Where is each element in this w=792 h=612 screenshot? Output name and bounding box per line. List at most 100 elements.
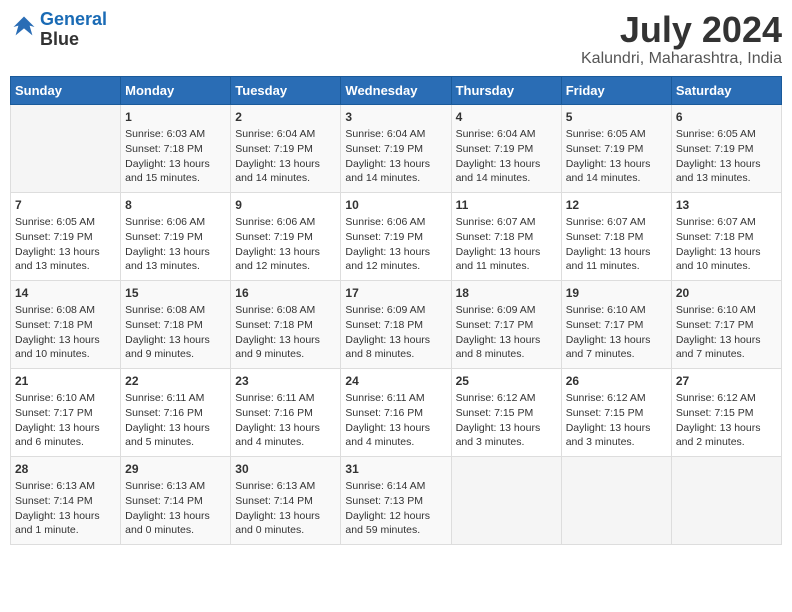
day-info: Sunrise: 6:11 AMSunset: 7:16 PMDaylight:…	[125, 391, 226, 450]
logo: GeneralBlue	[10, 10, 107, 50]
header-friday: Friday	[561, 76, 671, 104]
day-number: 14	[15, 285, 116, 302]
calendar-week-row: 7Sunrise: 6:05 AMSunset: 7:19 PMDaylight…	[11, 192, 782, 280]
calendar-week-row: 14Sunrise: 6:08 AMSunset: 7:18 PMDayligh…	[11, 280, 782, 368]
table-row: 17Sunrise: 6:09 AMSunset: 7:18 PMDayligh…	[341, 280, 451, 368]
day-number: 3	[345, 109, 446, 126]
table-row: 19Sunrise: 6:10 AMSunset: 7:17 PMDayligh…	[561, 280, 671, 368]
table-row	[451, 456, 561, 544]
day-info: Sunrise: 6:04 AMSunset: 7:19 PMDaylight:…	[456, 127, 557, 186]
day-number: 2	[235, 109, 336, 126]
table-row: 14Sunrise: 6:08 AMSunset: 7:18 PMDayligh…	[11, 280, 121, 368]
day-info: Sunrise: 6:12 AMSunset: 7:15 PMDaylight:…	[456, 391, 557, 450]
table-row: 24Sunrise: 6:11 AMSunset: 7:16 PMDayligh…	[341, 368, 451, 456]
table-row: 23Sunrise: 6:11 AMSunset: 7:16 PMDayligh…	[231, 368, 341, 456]
table-row: 26Sunrise: 6:12 AMSunset: 7:15 PMDayligh…	[561, 368, 671, 456]
day-info: Sunrise: 6:13 AMSunset: 7:14 PMDaylight:…	[235, 479, 336, 538]
header-tuesday: Tuesday	[231, 76, 341, 104]
day-number: 22	[125, 373, 226, 390]
table-row: 28Sunrise: 6:13 AMSunset: 7:14 PMDayligh…	[11, 456, 121, 544]
table-row: 13Sunrise: 6:07 AMSunset: 7:18 PMDayligh…	[671, 192, 781, 280]
day-number: 9	[235, 197, 336, 214]
day-info: Sunrise: 6:12 AMSunset: 7:15 PMDaylight:…	[566, 391, 667, 450]
day-info: Sunrise: 6:03 AMSunset: 7:18 PMDaylight:…	[125, 127, 226, 186]
table-row: 7Sunrise: 6:05 AMSunset: 7:19 PMDaylight…	[11, 192, 121, 280]
day-info: Sunrise: 6:08 AMSunset: 7:18 PMDaylight:…	[15, 303, 116, 362]
day-info: Sunrise: 6:10 AMSunset: 7:17 PMDaylight:…	[566, 303, 667, 362]
table-row: 5Sunrise: 6:05 AMSunset: 7:19 PMDaylight…	[561, 104, 671, 192]
table-row: 15Sunrise: 6:08 AMSunset: 7:18 PMDayligh…	[121, 280, 231, 368]
day-number: 8	[125, 197, 226, 214]
day-info: Sunrise: 6:07 AMSunset: 7:18 PMDaylight:…	[456, 215, 557, 274]
day-number: 26	[566, 373, 667, 390]
table-row: 25Sunrise: 6:12 AMSunset: 7:15 PMDayligh…	[451, 368, 561, 456]
table-row: 18Sunrise: 6:09 AMSunset: 7:17 PMDayligh…	[451, 280, 561, 368]
header-sunday: Sunday	[11, 76, 121, 104]
day-info: Sunrise: 6:10 AMSunset: 7:17 PMDaylight:…	[676, 303, 777, 362]
day-info: Sunrise: 6:13 AMSunset: 7:14 PMDaylight:…	[15, 479, 116, 538]
table-row: 20Sunrise: 6:10 AMSunset: 7:17 PMDayligh…	[671, 280, 781, 368]
table-row	[671, 456, 781, 544]
day-number: 1	[125, 109, 226, 126]
day-info: Sunrise: 6:07 AMSunset: 7:18 PMDaylight:…	[676, 215, 777, 274]
table-row: 3Sunrise: 6:04 AMSunset: 7:19 PMDaylight…	[341, 104, 451, 192]
day-info: Sunrise: 6:11 AMSunset: 7:16 PMDaylight:…	[235, 391, 336, 450]
day-number: 10	[345, 197, 446, 214]
day-info: Sunrise: 6:06 AMSunset: 7:19 PMDaylight:…	[345, 215, 446, 274]
day-number: 17	[345, 285, 446, 302]
table-row: 27Sunrise: 6:12 AMSunset: 7:15 PMDayligh…	[671, 368, 781, 456]
day-number: 24	[345, 373, 446, 390]
header-saturday: Saturday	[671, 76, 781, 104]
day-info: Sunrise: 6:14 AMSunset: 7:13 PMDaylight:…	[345, 479, 446, 538]
day-number: 20	[676, 285, 777, 302]
day-info: Sunrise: 6:08 AMSunset: 7:18 PMDaylight:…	[125, 303, 226, 362]
day-number: 25	[456, 373, 557, 390]
day-number: 12	[566, 197, 667, 214]
day-number: 13	[676, 197, 777, 214]
table-row: 11Sunrise: 6:07 AMSunset: 7:18 PMDayligh…	[451, 192, 561, 280]
day-info: Sunrise: 6:13 AMSunset: 7:14 PMDaylight:…	[125, 479, 226, 538]
table-row: 9Sunrise: 6:06 AMSunset: 7:19 PMDaylight…	[231, 192, 341, 280]
day-info: Sunrise: 6:09 AMSunset: 7:18 PMDaylight:…	[345, 303, 446, 362]
calendar-week-row: 21Sunrise: 6:10 AMSunset: 7:17 PMDayligh…	[11, 368, 782, 456]
header-thursday: Thursday	[451, 76, 561, 104]
day-info: Sunrise: 6:04 AMSunset: 7:19 PMDaylight:…	[235, 127, 336, 186]
day-info: Sunrise: 6:05 AMSunset: 7:19 PMDaylight:…	[676, 127, 777, 186]
page-header: GeneralBlue July 2024 Kalundri, Maharash…	[10, 10, 782, 68]
table-row: 21Sunrise: 6:10 AMSunset: 7:17 PMDayligh…	[11, 368, 121, 456]
day-info: Sunrise: 6:06 AMSunset: 7:19 PMDaylight:…	[235, 215, 336, 274]
day-number: 31	[345, 461, 446, 478]
location-subtitle: Kalundri, Maharashtra, India	[581, 50, 782, 68]
table-row: 22Sunrise: 6:11 AMSunset: 7:16 PMDayligh…	[121, 368, 231, 456]
table-row: 12Sunrise: 6:07 AMSunset: 7:18 PMDayligh…	[561, 192, 671, 280]
table-row: 29Sunrise: 6:13 AMSunset: 7:14 PMDayligh…	[121, 456, 231, 544]
day-info: Sunrise: 6:05 AMSunset: 7:19 PMDaylight:…	[566, 127, 667, 186]
calendar-week-row: 1Sunrise: 6:03 AMSunset: 7:18 PMDaylight…	[11, 104, 782, 192]
day-number: 6	[676, 109, 777, 126]
day-info: Sunrise: 6:07 AMSunset: 7:18 PMDaylight:…	[566, 215, 667, 274]
calendar-table: Sunday Monday Tuesday Wednesday Thursday…	[10, 76, 782, 545]
day-info: Sunrise: 6:12 AMSunset: 7:15 PMDaylight:…	[676, 391, 777, 450]
logo-icon	[10, 13, 38, 41]
day-number: 29	[125, 461, 226, 478]
table-row	[561, 456, 671, 544]
day-number: 21	[15, 373, 116, 390]
day-number: 5	[566, 109, 667, 126]
month-title: July 2024	[581, 10, 782, 50]
day-info: Sunrise: 6:06 AMSunset: 7:19 PMDaylight:…	[125, 215, 226, 274]
day-info: Sunrise: 6:05 AMSunset: 7:19 PMDaylight:…	[15, 215, 116, 274]
title-area: July 2024 Kalundri, Maharashtra, India	[581, 10, 782, 68]
day-number: 27	[676, 373, 777, 390]
table-row: 8Sunrise: 6:06 AMSunset: 7:19 PMDaylight…	[121, 192, 231, 280]
day-number: 30	[235, 461, 336, 478]
day-number: 15	[125, 285, 226, 302]
day-number: 11	[456, 197, 557, 214]
header-monday: Monday	[121, 76, 231, 104]
table-row: 10Sunrise: 6:06 AMSunset: 7:19 PMDayligh…	[341, 192, 451, 280]
table-row: 2Sunrise: 6:04 AMSunset: 7:19 PMDaylight…	[231, 104, 341, 192]
table-row	[11, 104, 121, 192]
day-info: Sunrise: 6:11 AMSunset: 7:16 PMDaylight:…	[345, 391, 446, 450]
day-number: 19	[566, 285, 667, 302]
day-info: Sunrise: 6:10 AMSunset: 7:17 PMDaylight:…	[15, 391, 116, 450]
day-info: Sunrise: 6:08 AMSunset: 7:18 PMDaylight:…	[235, 303, 336, 362]
